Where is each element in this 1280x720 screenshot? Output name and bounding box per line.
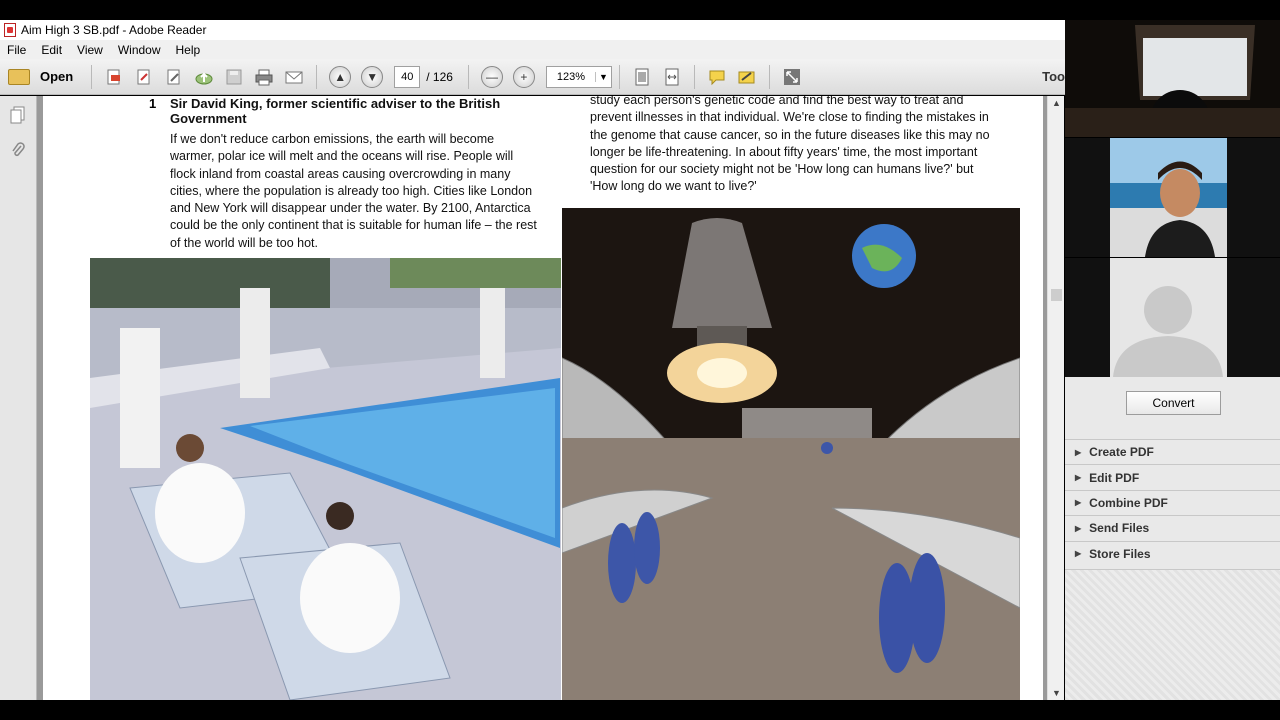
page-thumbnails-icon[interactable]: [9, 106, 27, 126]
toolbar-separator: [316, 64, 318, 89]
panel-item-label: Send Files: [1089, 521, 1150, 536]
panel-item-store-files[interactable]: ▶ Store Files: [1065, 540, 1280, 566]
attachments-icon[interactable]: [9, 142, 27, 162]
article-heading: Sir David King, former scientific advise…: [170, 96, 501, 126]
folder-icon: [8, 68, 30, 85]
convert-button[interactable]: Convert: [1126, 391, 1221, 415]
upload-cloud-icon[interactable]: [192, 65, 216, 89]
zoom-value: 123%: [556, 70, 585, 83]
chevron-right-icon: ▶: [1075, 473, 1082, 483]
video-tile-3: [1065, 258, 1280, 377]
chevron-right-icon: ▶: [1075, 498, 1082, 508]
save-icon[interactable]: [222, 65, 246, 89]
menu-bar: File Edit View Window Help: [0, 40, 1065, 59]
previous-page-icon[interactable]: ▲: [329, 65, 352, 88]
video-tile-2: [1065, 138, 1280, 257]
scroll-down-icon[interactable]: ▼: [1048, 686, 1065, 700]
tools-panel: Convert ▶ Create PDF ▶ Edit PDF ▶ Combin…: [1065, 377, 1280, 700]
item-number: 1: [149, 96, 157, 111]
toolbar: Open ▲ ▼ 40 / 126 — + 123% ▼ Too: [0, 59, 1065, 95]
edit-pdf-icon[interactable]: [162, 65, 186, 89]
fit-page-icon[interactable]: [630, 65, 654, 89]
panel-item-edit-pdf[interactable]: ▶ Edit PDF: [1065, 464, 1280, 490]
pdf-page: 1 Sir David King, former scientific advi…: [43, 96, 1043, 700]
export-pdf-icon[interactable]: [132, 65, 156, 89]
zoom-select[interactable]: 123% ▼: [545, 65, 612, 88]
pool-illustration: [90, 258, 561, 700]
panel-item-label: Edit PDF: [1089, 470, 1140, 485]
tools-list: ▶ Create PDF ▶ Edit PDF ▶ Combine PDF ▶ …: [1065, 439, 1280, 566]
panel-item-label: Combine PDF: [1089, 495, 1168, 510]
article-paragraph: study each person's genetic code and fin…: [590, 96, 990, 194]
menu-edit[interactable]: Edit: [34, 43, 70, 57]
comment-icon[interactable]: [705, 65, 729, 89]
open-button[interactable]: Open: [0, 68, 74, 85]
menu-view[interactable]: View: [70, 43, 111, 57]
chevron-right-icon: ▶: [1075, 447, 1082, 457]
fit-width-icon[interactable]: [660, 65, 684, 89]
title-bar: Aim High 3 SB.pdf - Adobe Reader: [0, 20, 1065, 40]
panel-empty-area: [1065, 569, 1280, 700]
moon-base-illustration: [562, 208, 1020, 700]
panel-item-send-files[interactable]: ▶ Send Files: [1065, 515, 1280, 541]
sign-icon[interactable]: [735, 65, 759, 89]
menu-file[interactable]: File: [0, 43, 34, 57]
email-icon[interactable]: [282, 65, 306, 89]
open-label: Open: [40, 69, 74, 84]
article-paragraph: If we don't reduce carbon emissions, the…: [170, 132, 537, 250]
next-page-icon[interactable]: ▼: [361, 65, 384, 88]
pdf-file-icon: [4, 23, 16, 37]
panel-item-combine-pdf[interactable]: ▶ Combine PDF: [1065, 489, 1280, 516]
window-title: Aim High 3 SB.pdf - Adobe Reader: [21, 23, 207, 37]
toolbar-separator: [467, 64, 469, 89]
zoom-out-icon[interactable]: —: [480, 65, 503, 88]
toolbar-separator: [618, 64, 620, 89]
vertical-scrollbar[interactable]: ▲ ▼: [1047, 96, 1064, 700]
navigation-pane: [0, 96, 37, 700]
video-tile-1: [1065, 20, 1280, 137]
document-viewport[interactable]: 1 Sir David King, former scientific advi…: [37, 96, 1047, 700]
chevron-right-icon: ▶: [1075, 523, 1082, 533]
panel-item-label: Store Files: [1089, 546, 1151, 561]
panel-item-label: Create PDF: [1089, 445, 1154, 460]
zoom-in-icon[interactable]: +: [512, 65, 535, 88]
scroll-thumb[interactable]: [1051, 289, 1062, 301]
page-total: / 126: [426, 69, 453, 84]
menu-window[interactable]: Window: [111, 43, 169, 57]
scroll-up-icon[interactable]: ▲: [1048, 96, 1065, 110]
toolbar-separator: [768, 64, 770, 89]
create-pdf-icon[interactable]: [102, 65, 126, 89]
chevron-right-icon: ▶: [1075, 549, 1082, 559]
panel-item-create-pdf[interactable]: ▶ Create PDF: [1065, 439, 1280, 465]
chevron-down-icon: ▼: [594, 71, 611, 82]
print-icon[interactable]: [252, 65, 276, 89]
toolbar-separator: [693, 64, 695, 89]
toolbar-separator: [91, 64, 93, 89]
menu-help[interactable]: Help: [169, 43, 209, 57]
screen: Aim High 3 SB.pdf - Adobe Reader File Ed…: [0, 0, 1280, 720]
fullscreen-icon[interactable]: [780, 65, 804, 89]
page-number-input[interactable]: 40: [394, 65, 421, 88]
tools-pane-label[interactable]: Too: [1042, 69, 1065, 84]
